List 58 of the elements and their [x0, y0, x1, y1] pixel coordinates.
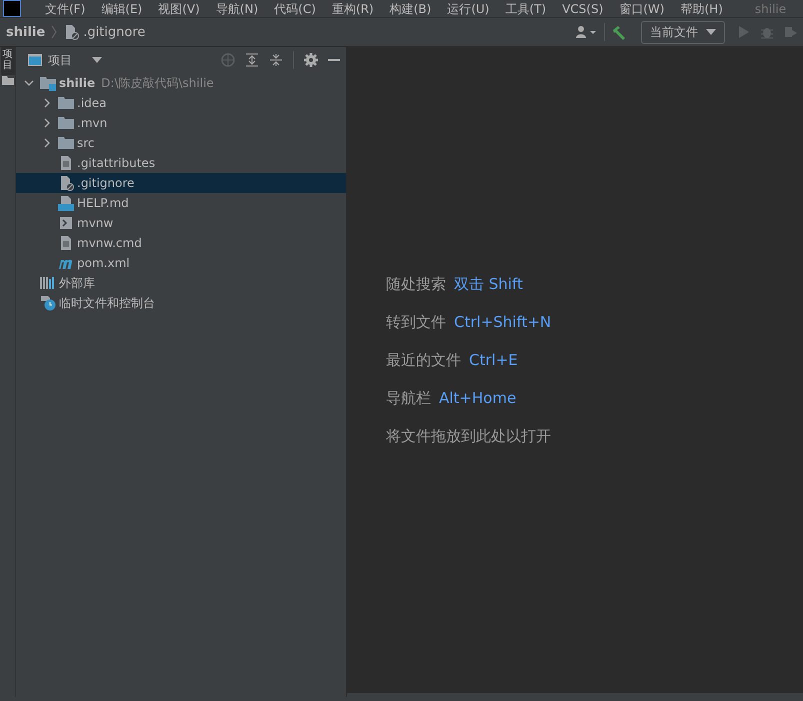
menu-item[interactable]: 编辑(E)	[93, 2, 150, 14]
menu-item[interactable]: 代码(C)	[266, 2, 324, 14]
collapse-all-icon[interactable]	[269, 53, 283, 67]
folder-icon	[58, 95, 74, 111]
shortcut-hint: 将文件拖放到此处以打开	[386, 426, 552, 446]
breadcrumb-item[interactable]: .gitignore	[63, 24, 146, 40]
shortcut-hint: 随处搜索 双击 Shift	[386, 274, 524, 294]
shortcut-hint: 转到文件 Ctrl+Shift+N	[386, 312, 552, 332]
shortcut-hint: 导航栏 Alt+Home	[386, 388, 518, 408]
tree-item[interactable]: src	[16, 133, 346, 153]
caret-icon	[706, 29, 716, 35]
window-icon	[28, 54, 42, 66]
window-title: shilie	[754, 2, 786, 16]
menu-item[interactable]: 视图(V)	[150, 2, 208, 14]
app-logo-icon[interactable]	[3, 0, 21, 17]
tree-item[interactable]: pom.xml	[16, 253, 346, 273]
menu-item[interactable]: 帮助(H)	[672, 2, 731, 14]
chevron-icon	[51, 25, 58, 39]
tree-item[interactable]: .gitattributes	[16, 153, 346, 173]
shortcut-hint: 最近的文件 Ctrl+E	[386, 350, 519, 370]
tree-item[interactable]: 临时文件和控制台	[16, 293, 346, 313]
settings-icon[interactable]	[304, 53, 318, 67]
text-file-icon	[58, 155, 74, 171]
user-icon[interactable]	[575, 24, 599, 40]
menu-item[interactable]: 文件(F)	[37, 2, 94, 14]
folder-icon	[58, 115, 74, 131]
tree-item[interactable]: 外部库	[16, 273, 346, 293]
shell-file-icon	[58, 215, 74, 231]
scratch-clock-icon	[40, 295, 56, 311]
tree-item[interactable]: .idea	[16, 93, 346, 113]
tree-item[interactable]: .gitignore	[16, 173, 346, 193]
project-tool-tab[interactable]: 项目	[0, 47, 14, 75]
hammer-icon[interactable]	[610, 24, 628, 40]
menu-item[interactable]: 导航(N)	[208, 2, 266, 14]
tree-item[interactable]: mvnw.cmd	[16, 233, 346, 253]
tree-item[interactable]: .mvn	[16, 113, 346, 133]
libraries-icon	[40, 275, 56, 291]
breadcrumb-item[interactable]: shilie	[6, 24, 46, 40]
ignored-file-icon	[63, 24, 80, 40]
folder-icon	[58, 135, 74, 151]
run-configuration-dropdown[interactable]: 当前文件	[641, 20, 725, 44]
text-file-icon	[58, 235, 74, 251]
menu-item[interactable]: 重构(R)	[324, 2, 382, 14]
project-view-dropdown[interactable]: 项目	[28, 52, 102, 68]
module-folder-icon	[40, 75, 56, 91]
menu-item[interactable]: 工具(T)	[497, 2, 554, 14]
caret-icon	[92, 57, 102, 63]
menu-item[interactable]: 窗口(W)	[611, 2, 672, 14]
expand-all-icon[interactable]	[245, 53, 259, 67]
chevron-down-icon[interactable]	[24, 78, 34, 88]
tree-item[interactable]: shilie D:\陈皮敲代码\shilie	[16, 73, 346, 93]
ignored-file-icon	[58, 175, 74, 191]
markdown-file-icon	[58, 195, 74, 211]
tree-item[interactable]: HELP.md	[16, 193, 346, 213]
tree-item[interactable]: mvnw	[16, 213, 346, 233]
menu-item[interactable]: 构建(B)	[382, 2, 440, 14]
menu-item[interactable]: 运行(U)	[439, 2, 498, 14]
menu-item[interactable]: VCS(S)	[554, 2, 612, 14]
